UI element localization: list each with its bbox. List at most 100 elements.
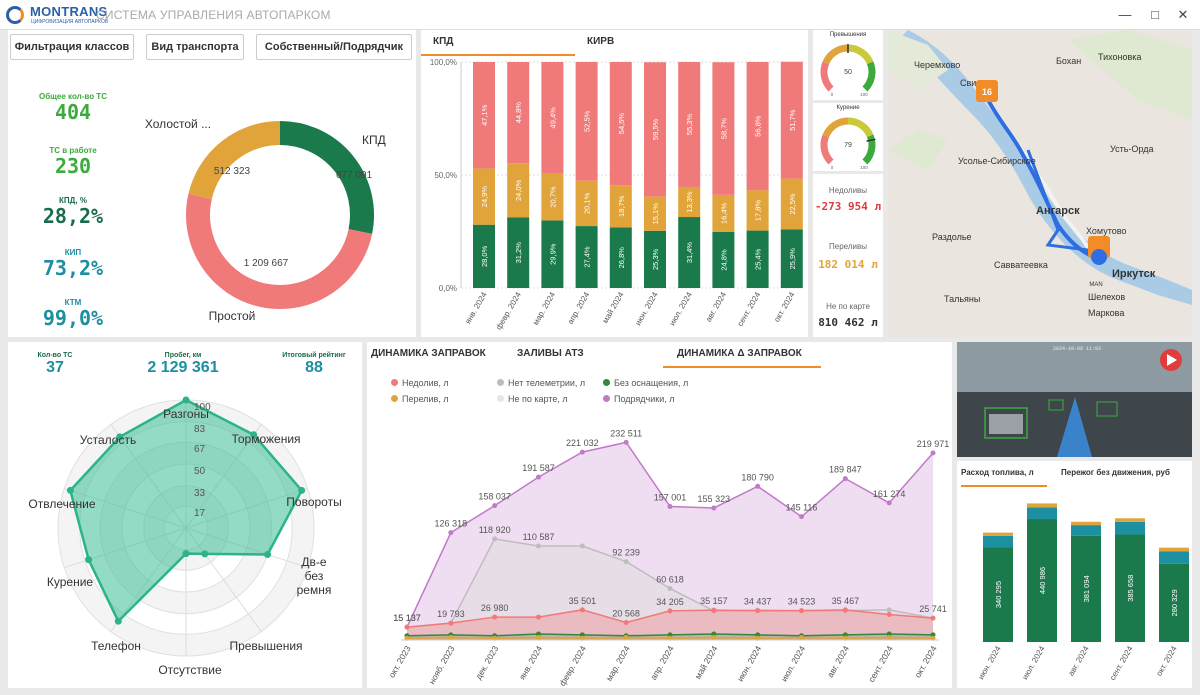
dashcam-video[interactable]: 2024-10-08 11:03 — [957, 342, 1192, 457]
area-point — [886, 612, 892, 617]
radar-axis-label: Курение — [47, 575, 94, 589]
bar-value-label: 55,3% — [685, 114, 694, 136]
area-point — [492, 536, 498, 542]
y-tick-label: 0,0% — [439, 284, 457, 293]
area-point — [711, 505, 717, 511]
tab-kpd[interactable]: КПД — [421, 30, 575, 56]
legend-label: Не по карте, л — [508, 394, 568, 404]
legend-item[interactable]: Без оснащения, л — [603, 378, 688, 388]
area-point — [886, 607, 892, 613]
fuel-bar-value-label: 280 329 — [1170, 589, 1179, 616]
area-value-label: 34 437 — [744, 597, 772, 607]
tab-refuel-delta[interactable]: ДИНАМИКА Δ ЗАПРАВОК — [663, 342, 821, 368]
minimize-icon[interactable]: — — [1116, 6, 1134, 24]
land-area — [888, 130, 948, 170]
gauge-band — [820, 61, 834, 92]
video-frame[interactable] — [957, 342, 1192, 457]
x-tick-label: июн. 2024 — [633, 290, 660, 327]
area-point — [667, 585, 673, 591]
fuel-bar-segment — [1027, 507, 1057, 520]
map-label: Хомутово — [1086, 226, 1126, 236]
area-point — [623, 620, 629, 626]
x-tick-label: июл. 2024 — [1020, 644, 1047, 681]
maximize-icon[interactable]: □ — [1146, 6, 1164, 24]
radar-ring-label: 67 — [194, 444, 206, 455]
y-tick-label: 50,0% — [434, 171, 457, 180]
area-value-label: 158 037 — [478, 492, 511, 502]
bar-value-label: 24,8% — [719, 249, 728, 271]
legend-item[interactable]: Перелив, л — [391, 394, 449, 404]
legend-marker — [497, 395, 504, 403]
bar-value-label: 24,0% — [514, 179, 523, 201]
bar-value-label: 20,7% — [548, 186, 557, 208]
x-tick-label: окт. 2023 — [387, 644, 413, 680]
map-canvas[interactable]: Черемхово Бохан ТихоновкаСвирскУсолье-Сиби… — [888, 30, 1192, 337]
area-value-label: 219 971 — [917, 439, 950, 449]
bar-value-label: 29,9% — [548, 243, 557, 265]
bar-value-label: 52,5% — [583, 110, 592, 132]
filter-owner-button[interactable]: Собственный/Подрядчик — [256, 34, 412, 60]
area-point — [886, 500, 892, 506]
fuel-bar-segment — [1159, 551, 1189, 564]
legend-marker — [603, 379, 610, 387]
area-value-label: 180 790 — [741, 472, 774, 482]
gauge-value: 79 — [844, 142, 852, 149]
legend-item[interactable]: Не по карте, л — [497, 394, 568, 404]
area-point — [755, 608, 761, 614]
donut-category-label: КПД — [362, 133, 386, 147]
bar-value-label: 18,7% — [617, 195, 626, 217]
fuel-bar-segment — [1115, 521, 1145, 535]
map-label: Маркова — [1088, 308, 1124, 318]
fuel-bar-segment — [1027, 503, 1057, 508]
close-icon[interactable]: ✕ — [1174, 6, 1192, 24]
gauge-panel-smoking: Курение 79 0 100 — [813, 103, 883, 171]
overfill-label: Переливы — [829, 242, 867, 251]
bar-value-label: 25,4% — [754, 248, 763, 270]
tab-idle-overburn[interactable]: Пережог без движения, руб — [1061, 461, 1191, 487]
kpi-value: 99,0% — [42, 306, 104, 330]
area-point — [930, 615, 936, 621]
filter-transport-button[interactable]: Вид транспорта — [146, 34, 244, 60]
legend-item[interactable]: Нет телеметрии, л — [497, 378, 585, 388]
area-point — [536, 614, 541, 620]
route-map[interactable]: Черемхово Бохан Тихоновка Свирск Усолье-Сиби… — [888, 30, 1192, 337]
radar-point — [298, 486, 306, 494]
gauge-band — [847, 117, 874, 138]
filter-classes-button[interactable]: Фильтрация классов — [10, 34, 134, 60]
tab-fuel-consumption[interactable]: Расход топлива, л — [961, 461, 1047, 487]
x-tick-label: авг. 2024 — [825, 644, 851, 679]
x-tick-label: сент. 2024 — [736, 290, 763, 328]
app-title: СИСТЕМА УПРАВЛЕНИЯ АВТОПАРКОМ — [96, 8, 331, 22]
area-value-label: 60 618 — [656, 574, 684, 584]
fuel-bar-segment — [983, 532, 1013, 536]
map-marker-label: 16 — [982, 87, 992, 97]
gauge-max: 100 — [860, 165, 868, 170]
area-point — [448, 634, 454, 640]
x-tick-label: дек. 2023 — [473, 644, 500, 681]
area-value-label: 35 501 — [569, 596, 597, 606]
area-point — [579, 543, 585, 549]
legend-item[interactable]: Недолив, л — [391, 378, 449, 388]
bar-value-label: 17,8% — [754, 200, 763, 222]
area-point — [755, 483, 761, 489]
x-tick-label: апр. 2024 — [566, 290, 592, 326]
tab-kirv[interactable]: КИРВ — [587, 30, 647, 56]
x-tick-label: июл. 2024 — [668, 290, 695, 327]
legend-item[interactable]: Подрядчики, л — [603, 394, 675, 404]
area-value-label: 34 523 — [788, 597, 816, 607]
area-value-label: 35 467 — [832, 596, 860, 606]
radar-point — [85, 556, 93, 564]
map-label: Тальяны — [944, 294, 980, 304]
vehicles-count-value: 37 — [46, 359, 64, 376]
tab-refuel-dynamics[interactable]: ДИНАМИКА ЗАПРАВОК — [371, 342, 501, 368]
bus-marker-label: MAN — [1089, 282, 1102, 288]
bar-value-label: 51,7% — [788, 109, 797, 131]
smoking-gauge: 79 0 100 — [820, 117, 876, 170]
kpi-value: 404 — [54, 100, 92, 124]
area-value-label: 19 793 — [437, 609, 465, 619]
gauge-panel-speeding: Превышения 50 0 100 — [813, 30, 883, 100]
fuel-bar-segment — [1071, 525, 1101, 536]
tab-tanker-fills[interactable]: ЗАЛИВЫ АТЗ — [517, 342, 597, 368]
donut-category-label: Холостой ... — [145, 117, 211, 131]
fuel-bar-segment — [983, 535, 1013, 548]
